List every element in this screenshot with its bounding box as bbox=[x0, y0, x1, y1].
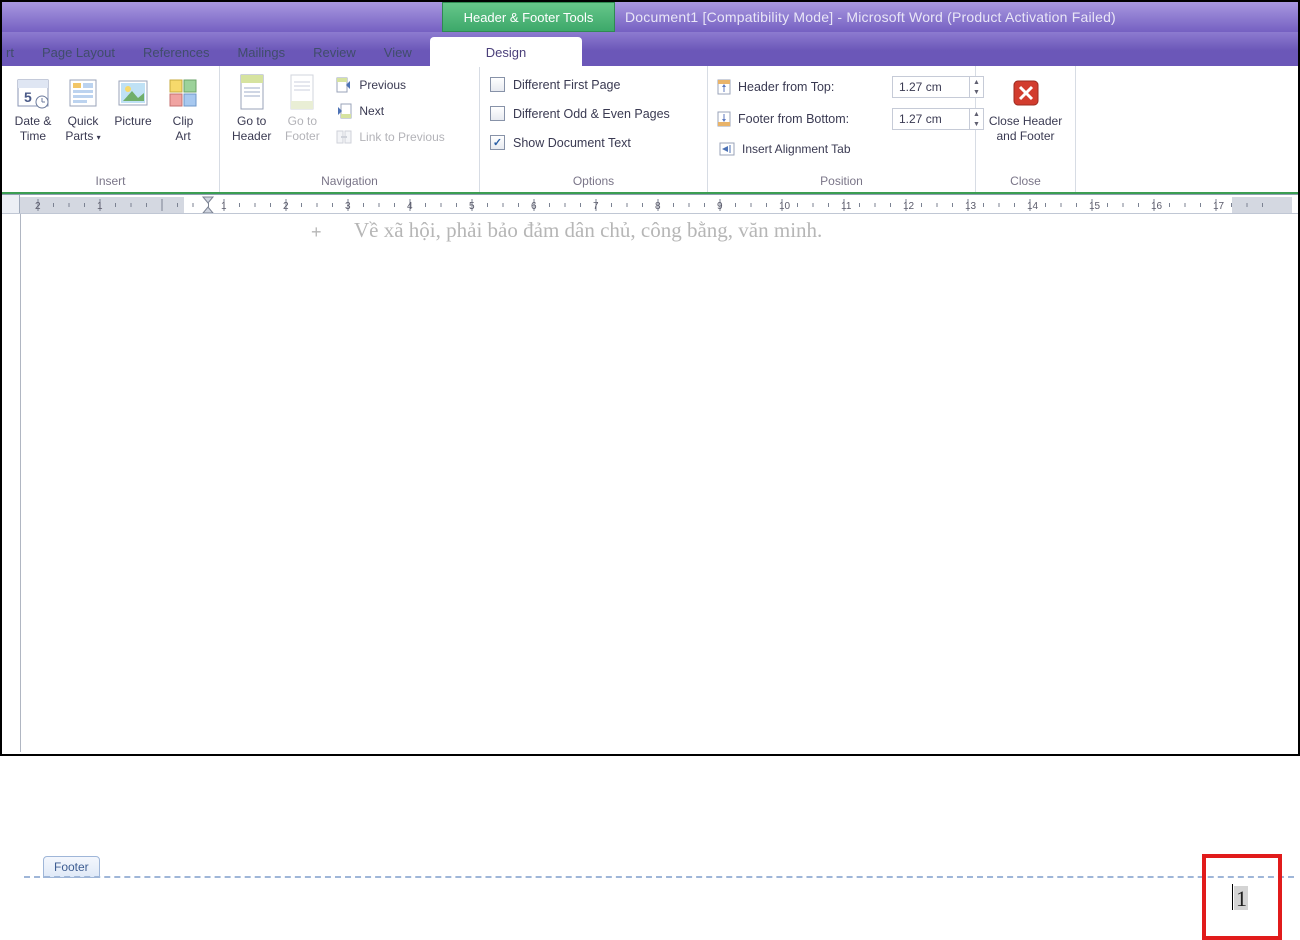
svg-text:15: 15 bbox=[1089, 201, 1101, 212]
different-odd-even-checkbox[interactable]: Different Odd & Even Pages bbox=[486, 103, 674, 124]
ribbon-group-close: Close Header and Footer Close bbox=[976, 66, 1076, 192]
goto-header-icon bbox=[233, 74, 271, 112]
page-number[interactable]: 1 bbox=[1236, 886, 1247, 912]
checkbox-icon bbox=[490, 135, 505, 150]
ribbon-tabs: rt Page Layout References Mailings Revie… bbox=[2, 32, 1298, 66]
contextual-tab-label: Header & Footer Tools bbox=[442, 2, 615, 32]
svg-text:7: 7 bbox=[593, 201, 599, 212]
svg-text:2: 2 bbox=[283, 201, 289, 212]
svg-text:4: 4 bbox=[407, 201, 413, 212]
clip-art-button[interactable]: Clip Art bbox=[158, 72, 208, 146]
ribbon-group-navigation: Go to Header Go to Footer Previous Next bbox=[220, 66, 480, 192]
close-header-footer-button[interactable]: Close Header and Footer bbox=[983, 72, 1068, 146]
tab-design[interactable]: Design bbox=[430, 37, 582, 67]
svg-text:3: 3 bbox=[345, 201, 351, 212]
footer-from-bottom-row: Footer from Bottom: 1.27 cm ▲▼ bbox=[714, 106, 986, 132]
link-icon bbox=[335, 128, 353, 146]
svg-text:6: 6 bbox=[531, 201, 537, 212]
header-from-top-input[interactable]: 1.27 cm ▲▼ bbox=[892, 76, 984, 98]
svg-text:1: 1 bbox=[97, 201, 103, 212]
svg-text:9: 9 bbox=[717, 201, 723, 212]
calendar-icon: 5 bbox=[14, 74, 52, 112]
ribbon-group-options: Different First Page Different Odd & Eve… bbox=[480, 66, 708, 192]
group-label-insert: Insert bbox=[2, 171, 219, 192]
document-area[interactable]: + Về xã hội, phải bảo đảm dân chủ, công … bbox=[4, 214, 1296, 752]
picture-icon bbox=[114, 74, 152, 112]
ribbon-group-position: Header from Top: 1.27 cm ▲▼ Footer from … bbox=[708, 66, 976, 192]
svg-text:11: 11 bbox=[841, 201, 852, 212]
different-first-page-checkbox[interactable]: Different First Page bbox=[486, 74, 674, 95]
tab-page-layout[interactable]: Page Layout bbox=[28, 38, 129, 66]
tab-references[interactable]: References bbox=[129, 38, 223, 66]
horizontal-ruler[interactable]: 211234567891011121314151617 bbox=[2, 194, 1298, 214]
svg-text:5: 5 bbox=[24, 89, 32, 105]
next-icon bbox=[335, 102, 353, 120]
ribbon-group-insert: 5 Date & Time Quick Parts ▾ Picture bbox=[2, 66, 220, 192]
text-cursor bbox=[1232, 884, 1233, 910]
previous-button[interactable]: Previous bbox=[331, 74, 448, 96]
group-label-navigation: Navigation bbox=[220, 171, 479, 192]
bullet-plus: + bbox=[311, 222, 322, 243]
annotation-highlight: 1 bbox=[1202, 854, 1282, 940]
svg-text:16: 16 bbox=[1151, 201, 1163, 212]
previous-icon bbox=[335, 76, 353, 94]
page-edge bbox=[20, 214, 24, 752]
svg-text:2: 2 bbox=[35, 201, 41, 212]
date-time-button[interactable]: 5 Date & Time bbox=[8, 72, 58, 146]
footer-tab-label: Footer bbox=[43, 856, 100, 878]
ruler-selector[interactable] bbox=[2, 195, 20, 213]
svg-text:8: 8 bbox=[655, 201, 661, 212]
checkbox-icon bbox=[490, 106, 505, 121]
header-from-top-row: Header from Top: 1.27 cm ▲▼ bbox=[714, 74, 986, 100]
group-label-position: Position bbox=[708, 171, 975, 192]
quick-parts-icon bbox=[64, 74, 102, 112]
ribbon: 5 Date & Time Quick Parts ▾ Picture bbox=[2, 66, 1298, 194]
checkbox-icon bbox=[490, 77, 505, 92]
tab-view[interactable]: View bbox=[370, 38, 426, 66]
close-icon bbox=[1007, 74, 1045, 112]
dropdown-arrow-icon: ▾ bbox=[97, 133, 101, 142]
insert-alignment-tab-button[interactable]: Insert Alignment Tab bbox=[714, 138, 986, 160]
header-top-icon bbox=[716, 79, 732, 95]
clip-art-icon bbox=[164, 74, 202, 112]
svg-text:14: 14 bbox=[1027, 201, 1039, 212]
show-document-text-checkbox[interactable]: Show Document Text bbox=[486, 132, 674, 153]
footer-boundary-line bbox=[24, 876, 1294, 878]
document-body-text: Về xã hội, phải bảo đảm dân chủ, công bằ… bbox=[354, 218, 822, 243]
footer-from-bottom-input[interactable]: 1.27 cm ▲▼ bbox=[892, 108, 984, 130]
window-title: Document1 [Compatibility Mode] - Microso… bbox=[615, 2, 1298, 32]
alignment-tab-icon bbox=[718, 140, 736, 158]
title-bar: Header & Footer Tools Document1 [Compati… bbox=[2, 2, 1298, 32]
quick-parts-button[interactable]: Quick Parts ▾ bbox=[58, 72, 108, 146]
svg-text:13: 13 bbox=[965, 201, 977, 212]
group-label-options: Options bbox=[480, 171, 707, 192]
svg-text:12: 12 bbox=[903, 201, 915, 212]
tab-review[interactable]: Review bbox=[299, 38, 370, 66]
tab-mailings[interactable]: Mailings bbox=[223, 38, 299, 66]
goto-footer-button: Go to Footer bbox=[277, 72, 327, 146]
goto-footer-icon bbox=[283, 74, 321, 112]
next-button[interactable]: Next bbox=[331, 100, 448, 122]
svg-text:1: 1 bbox=[221, 201, 227, 212]
footer-bottom-icon bbox=[716, 111, 732, 127]
tab-insert-partial[interactable]: rt bbox=[2, 38, 28, 66]
link-to-previous-button: Link to Previous bbox=[331, 126, 448, 148]
group-label-close: Close bbox=[976, 171, 1075, 192]
svg-text:17: 17 bbox=[1213, 201, 1225, 212]
picture-button[interactable]: Picture bbox=[108, 72, 158, 131]
svg-text:10: 10 bbox=[779, 201, 791, 212]
svg-text:5: 5 bbox=[469, 201, 475, 212]
goto-header-button[interactable]: Go to Header bbox=[226, 72, 277, 146]
